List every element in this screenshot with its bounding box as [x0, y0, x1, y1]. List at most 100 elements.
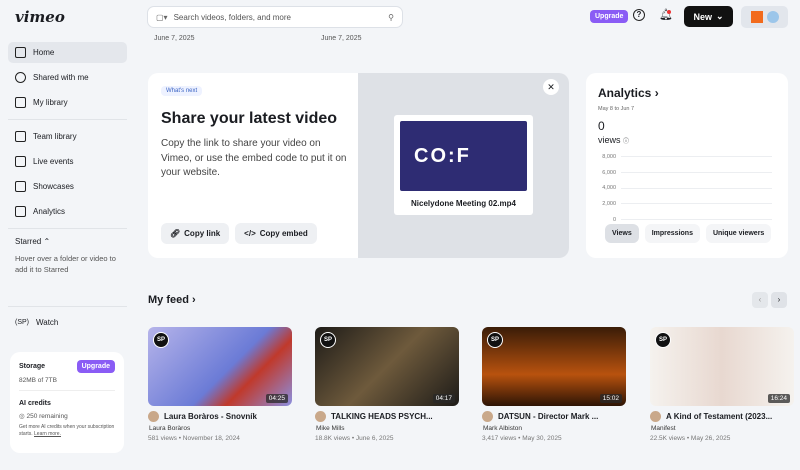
video-thumbnail[interactable]: SP 15:02 [482, 327, 626, 406]
author-avatar[interactable] [650, 411, 661, 422]
video-author[interactable]: Mark Albiston [483, 425, 626, 432]
y-axis-gridline: 2,000 [586, 196, 772, 212]
storage-upgrade-button[interactable]: Upgrade [76, 360, 115, 373]
video-author[interactable]: Laura Boràros [149, 425, 292, 432]
y-axis-gridline: 4,000 [586, 180, 772, 196]
video-title[interactable]: DATSUN - Director Mark ... [498, 412, 598, 421]
video-card[interactable]: SP 16:24 A Kind of Testament (2023... Man… [650, 327, 794, 442]
video-preview-card[interactable]: CO:F Nicelydone Meeting 02.mp4 [394, 115, 533, 215]
date-label: June 7, 2025 [154, 35, 195, 42]
video-thumbnail[interactable]: SP 04:17 [315, 327, 459, 406]
staff-pick-badge: SP [487, 332, 503, 348]
starred-toggle[interactable]: Starred ⌃ [8, 235, 127, 248]
analytics-card: Analytics › May 8 to Jun 7 0 views ⓘ 8,0… [586, 73, 788, 258]
duration: 04:25 [265, 394, 288, 403]
video-card[interactable]: SP 04:25 Laura Boràros - Snovník Laura Bo… [148, 327, 292, 442]
sidebar-item-live-events[interactable]: Live events [8, 151, 127, 172]
views-count: 0 [598, 119, 605, 133]
sidebar-item-team-library[interactable]: Team library [8, 126, 127, 147]
ai-remaining-text: 250 remaining [26, 413, 68, 420]
showcase-icon [15, 181, 26, 192]
y-axis-gridline: 6,000 [586, 165, 772, 181]
search-input[interactable]: Search videos, folders, and more [174, 13, 383, 22]
code-icon: </> [244, 229, 256, 238]
sidebar-item-my-library[interactable]: My library [8, 92, 127, 113]
feed-prev-button[interactable]: ‹ [752, 292, 768, 308]
search-icon[interactable]: ⚲ [388, 13, 394, 22]
divider [8, 228, 127, 229]
feed-title: My feed [148, 294, 189, 306]
video-author[interactable]: Manifest [651, 425, 794, 432]
video-card[interactable]: SP 04:17 TALKING HEADS PSYCH... Mike Mill… [315, 327, 459, 442]
gridline [621, 156, 772, 158]
bell-icon[interactable]: 🔔︎ [659, 8, 673, 21]
video-title[interactable]: Laura Boràros - Snovník [164, 412, 257, 421]
chevron-down-icon: ⌄ [715, 11, 724, 21]
learn-more-link[interactable]: Learn more. [34, 431, 61, 437]
duration: 15:02 [599, 394, 622, 403]
home-icon [15, 47, 26, 58]
tab-views[interactable]: Views [605, 224, 639, 243]
team-library-icon [15, 131, 26, 142]
label: Showcases [33, 182, 74, 191]
y-tick-label: 0 [612, 216, 616, 223]
search-bar[interactable]: ▢▾ Search videos, folders, and more ⚲ [147, 6, 403, 28]
my-feed-link[interactable]: My feed › [148, 294, 196, 306]
link-icon: 🔗︎ [170, 229, 181, 238]
help-icon[interactable]: ? [633, 9, 645, 21]
video-title[interactable]: TALKING HEADS PSYCH... [331, 412, 433, 421]
ai-remaining: ◎ 250 remaining [19, 413, 68, 420]
video-thumbnail[interactable]: SP 16:24 [650, 327, 794, 406]
video-thumbnail: CO:F [400, 121, 527, 191]
info-icon: ⓘ [623, 139, 630, 145]
y-tick-label: 4,000 [602, 185, 616, 192]
sidebar-item-shared[interactable]: Shared with me [8, 67, 127, 88]
label: Watch [36, 318, 59, 327]
upgrade-button[interactable]: Upgrade [590, 10, 629, 23]
sidebar-item-home[interactable]: Home [8, 42, 127, 63]
video-title[interactable]: A Kind of Testament (2023... [666, 412, 772, 421]
label: Analytics [33, 207, 66, 216]
analytics-title: Analytics [598, 86, 652, 100]
duration: 04:17 [432, 394, 455, 403]
chevron-right-icon: › [654, 86, 659, 100]
tab-impressions[interactable]: Impressions [644, 224, 700, 243]
watch-icon: (SP) [15, 319, 29, 326]
author-avatar[interactable] [148, 411, 159, 422]
storage-title: Storage [19, 363, 46, 370]
video-meta: 18.8K views • June 6, 2025 [315, 435, 394, 442]
storage-card: Storage Upgrade 82MB of 7TB AI credits ◎ … [10, 352, 124, 453]
hero-description: Copy the link to share your video on Vim… [161, 138, 347, 178]
feed-next-button[interactable]: › [771, 292, 787, 308]
label: My library [33, 98, 68, 107]
sidebar-item-watch[interactable]: (SP) Watch [8, 312, 127, 333]
ai-credits-title: AI credits [19, 400, 51, 407]
analytics-link[interactable]: Analytics › [598, 86, 659, 100]
date-range: May 8 to Jun 7 [598, 106, 635, 112]
tab-unique-viewers[interactable]: Unique viewers [705, 224, 772, 243]
vimeo-logo[interactable]: vimeo [15, 8, 65, 26]
copy-embed-button[interactable]: </> Copy embed [235, 223, 317, 244]
video-meta: 3,417 views • May 30, 2025 [482, 435, 562, 442]
copy-link-button[interactable]: 🔗︎ Copy link [161, 223, 230, 244]
folder-filter-icon[interactable]: ▢▾ [156, 13, 168, 22]
video-meta: 581 views • November 18, 2024 [148, 435, 240, 442]
gridline [621, 172, 772, 174]
sidebar: Home Shared with me My library Team libr… [8, 42, 127, 282]
y-axis-gridline: 8,000 [586, 149, 772, 165]
video-card[interactable]: SP 15:02 DATSUN - Director Mark ... Mark … [482, 327, 626, 442]
sidebar-item-showcases[interactable]: Showcases [8, 176, 127, 197]
starred-label: Starred [15, 237, 42, 246]
storage-usage: 82MB of 7TB [19, 377, 115, 391]
video-author[interactable]: Mike Mills [316, 425, 459, 432]
new-button[interactable]: New ⌄ [684, 6, 733, 27]
label: Team library [33, 132, 77, 141]
staff-pick-badge: SP [655, 332, 671, 348]
author-avatar[interactable] [315, 411, 326, 422]
sidebar-item-analytics[interactable]: Analytics [8, 201, 127, 222]
close-icon[interactable]: ✕ [543, 79, 559, 95]
video-thumbnail[interactable]: SP 04:25 [148, 327, 292, 406]
account-switcher[interactable] [741, 6, 788, 28]
views-unit: views [598, 135, 621, 145]
author-avatar[interactable] [482, 411, 493, 422]
